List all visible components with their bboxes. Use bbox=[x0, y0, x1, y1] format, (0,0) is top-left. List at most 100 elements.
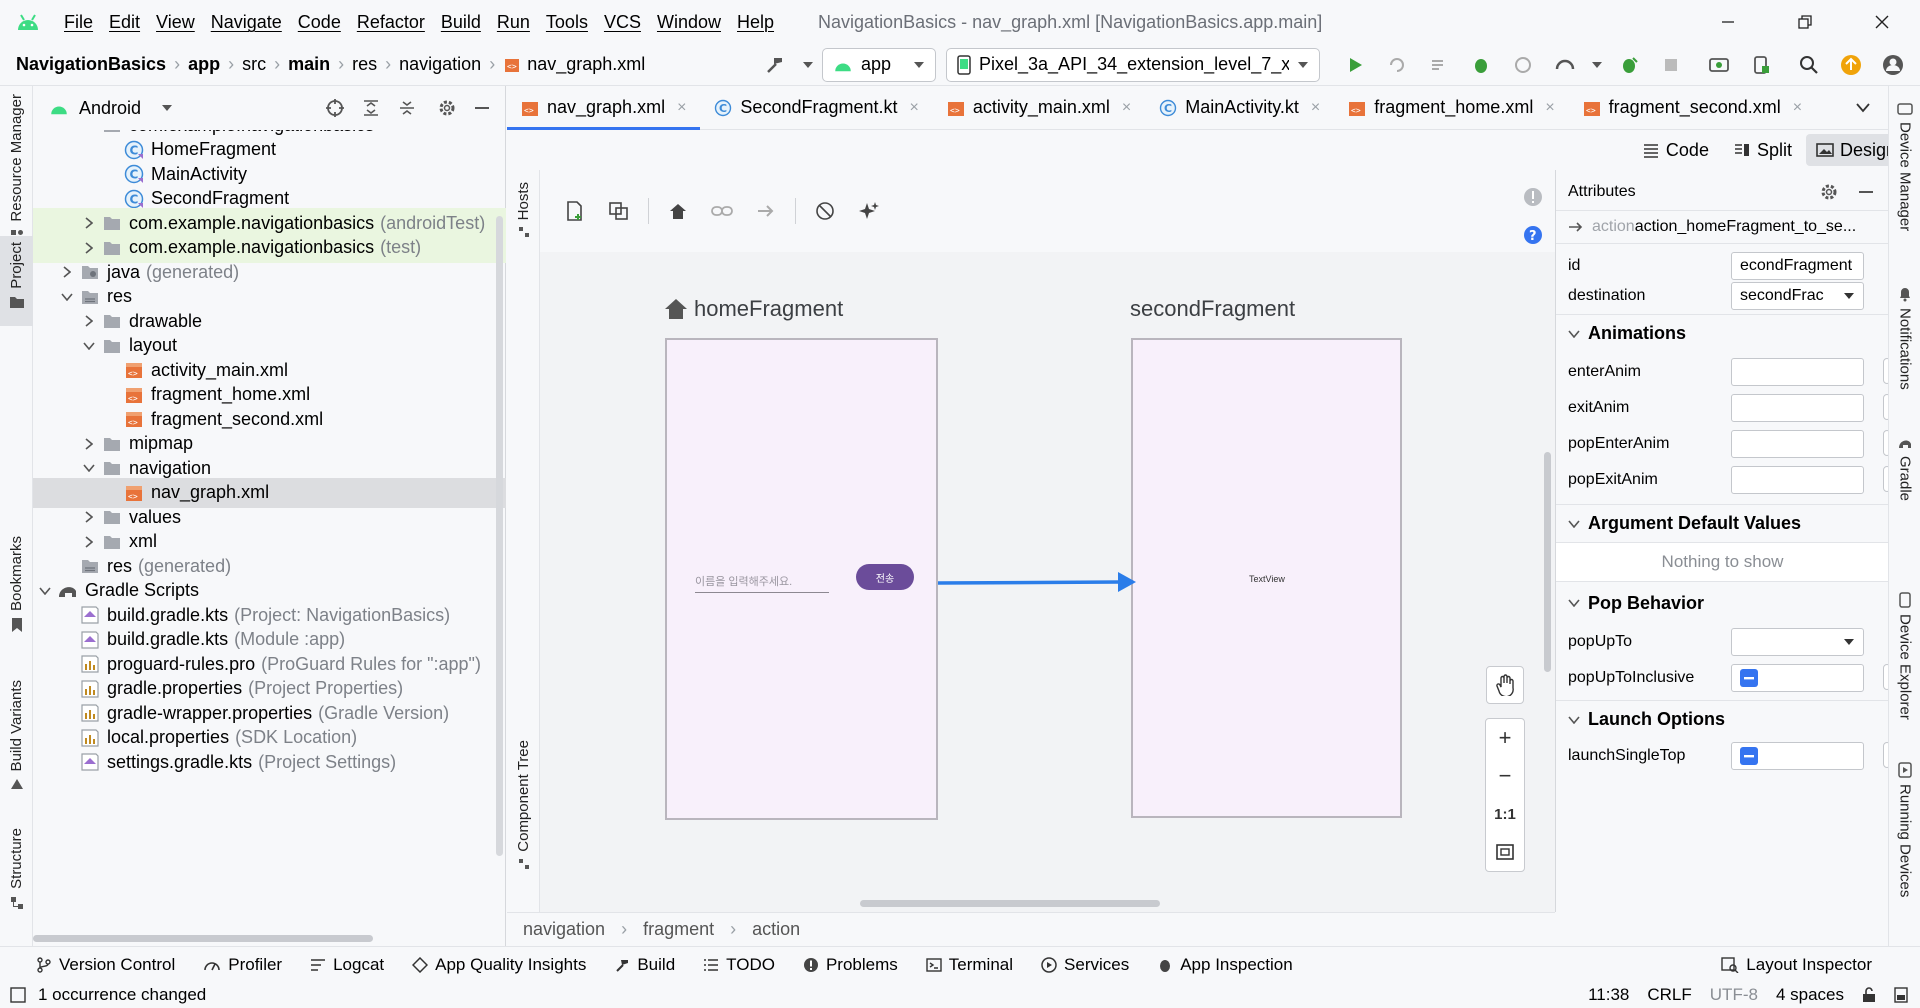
pop-up-to-dropdown[interactable] bbox=[1731, 628, 1864, 656]
menu-help[interactable]: Help bbox=[729, 0, 782, 44]
horizontal-scrollbar[interactable] bbox=[33, 935, 373, 942]
menu-edit[interactable]: Edit bbox=[101, 0, 148, 44]
chevron-down-icon[interactable] bbox=[1588, 46, 1606, 84]
version-control-tab[interactable]: Version Control bbox=[0, 947, 189, 983]
indeterminate-checkbox-icon[interactable] bbox=[1740, 747, 1758, 765]
restore-button[interactable] bbox=[1766, 0, 1843, 44]
profiler-tab[interactable]: Profiler bbox=[189, 947, 296, 983]
close-tab-icon[interactable]: × bbox=[1545, 99, 1554, 117]
editor-tab[interactable]: C MainActivity.kt × bbox=[1145, 86, 1334, 130]
close-window-button[interactable] bbox=[1843, 0, 1920, 44]
logcat-tab[interactable]: Logcat bbox=[296, 947, 398, 983]
device-manager-tab[interactable]: Device Manager bbox=[1889, 102, 1920, 231]
notifications-tab[interactable]: Notifications bbox=[1889, 286, 1920, 390]
id-input[interactable]: econdFragment bbox=[1731, 252, 1864, 280]
terminal-tab[interactable]: Terminal bbox=[912, 947, 1027, 983]
gear-icon[interactable] bbox=[437, 98, 457, 118]
menu-code[interactable]: Code bbox=[290, 0, 349, 44]
nested-graph-icon[interactable] bbox=[600, 192, 638, 230]
actual-size-button[interactable]: 1:1 bbox=[1486, 795, 1524, 833]
menu-vcs[interactable]: VCS bbox=[596, 0, 649, 44]
search-icon[interactable] bbox=[1790, 46, 1828, 84]
second-fragment-destination[interactable]: TextView bbox=[1131, 338, 1402, 818]
gradle-tab[interactable]: Gradle bbox=[1889, 436, 1920, 501]
stop-icon[interactable] bbox=[1652, 46, 1690, 84]
running-devices-tab[interactable]: Running Devices bbox=[1889, 762, 1920, 897]
memory-indicator-icon[interactable] bbox=[1894, 987, 1908, 1003]
tree-item[interactable]: settings.gradle.kts (Project Settings) bbox=[33, 747, 506, 777]
read-only-lock-icon[interactable] bbox=[1862, 987, 1876, 1003]
device-dropdown[interactable]: Pixel_3a_API_34_extension_level_7_x8... bbox=[946, 47, 1320, 82]
debug-icon[interactable] bbox=[1462, 46, 1500, 84]
zoom-to-fit-icon[interactable] bbox=[1486, 833, 1524, 871]
run-icon[interactable] bbox=[1336, 46, 1374, 84]
chevron-down-icon[interactable] bbox=[37, 586, 53, 595]
resource-manager-tab[interactable]: Resource Manager bbox=[0, 94, 33, 244]
hammer-make-icon[interactable] bbox=[756, 46, 794, 84]
apply-code-changes-icon[interactable] bbox=[1420, 46, 1458, 84]
chevron-down-icon[interactable] bbox=[59, 292, 75, 301]
caret-position[interactable]: 11:38 bbox=[1588, 985, 1629, 1005]
chevron-right-icon[interactable] bbox=[59, 266, 75, 278]
editor-tab[interactable]: <> nav_graph.xml × bbox=[507, 86, 701, 130]
crumb-action[interactable]: action bbox=[752, 919, 800, 940]
zoom-out-icon[interactable]: − bbox=[1486, 757, 1524, 795]
menu-refactor[interactable]: Refactor bbox=[349, 0, 433, 44]
new-destination-icon[interactable] bbox=[556, 192, 594, 230]
help-icon[interactable]: ? bbox=[1523, 225, 1543, 245]
chevron-right-icon[interactable] bbox=[81, 437, 97, 450]
minimize-button[interactable] bbox=[1689, 0, 1766, 44]
breadcrumb-res[interactable]: res bbox=[344, 54, 385, 75]
close-tab-icon[interactable]: × bbox=[1793, 99, 1802, 117]
pop-enter-anim-input[interactable] bbox=[1731, 430, 1864, 458]
editor-tab[interactable]: <> activity_main.xml × bbox=[933, 86, 1145, 130]
problems-tab[interactable]: Problems bbox=[789, 947, 912, 983]
close-tab-icon[interactable]: × bbox=[1122, 99, 1131, 117]
launch-options-section[interactable]: Launch Options bbox=[1556, 700, 1889, 738]
menu-navigate[interactable]: Navigate bbox=[203, 0, 290, 44]
menu-run[interactable]: Run bbox=[489, 0, 538, 44]
canvas-vertical-scrollbar[interactable] bbox=[1544, 452, 1551, 672]
expand-all-icon[interactable] bbox=[361, 98, 381, 118]
enter-anim-input[interactable] bbox=[1731, 358, 1864, 386]
chevron-right-icon[interactable] bbox=[81, 217, 97, 229]
app-inspection-tab[interactable]: App Inspection bbox=[1143, 947, 1306, 983]
pan-hand-icon[interactable] bbox=[1486, 666, 1524, 704]
line-separator[interactable]: CRLF bbox=[1647, 985, 1691, 1005]
close-tab-icon[interactable]: × bbox=[677, 99, 686, 117]
breadcrumb-file[interactable]: <> nav_graph.xml bbox=[495, 54, 653, 75]
menu-tools[interactable]: Tools bbox=[538, 0, 596, 44]
navigation-graph-canvas[interactable]: homeFragment 이름을 입력해주세요. 전송 secondFragme… bbox=[540, 252, 1555, 912]
chevron-right-icon[interactable] bbox=[81, 535, 97, 548]
menu-build[interactable]: Build bbox=[433, 0, 489, 44]
services-tab[interactable]: Services bbox=[1027, 947, 1143, 983]
device-explorer-tab[interactable]: Device Explorer bbox=[1889, 592, 1920, 720]
add-action-icon[interactable] bbox=[747, 192, 785, 230]
attach-debugger-icon[interactable] bbox=[1546, 46, 1584, 84]
breadcrumb-main[interactable]: main bbox=[280, 54, 338, 75]
chevron-right-icon[interactable] bbox=[81, 511, 97, 523]
home-icon[interactable] bbox=[659, 192, 697, 230]
breadcrumb-src[interactable]: src bbox=[234, 54, 274, 75]
todo-tab[interactable]: TODO bbox=[689, 947, 789, 983]
editor-tab[interactable]: <> fragment_home.xml × bbox=[1334, 86, 1568, 130]
animations-section[interactable]: Animations bbox=[1556, 314, 1889, 352]
project-view-selector[interactable]: Android bbox=[79, 98, 141, 119]
collapse-all-icon[interactable] bbox=[397, 98, 417, 118]
component-tree-tab[interactable]: Component Tree bbox=[507, 740, 540, 870]
menu-window[interactable]: Window bbox=[649, 0, 729, 44]
layout-inspector-tab[interactable]: Layout Inspector bbox=[1707, 947, 1920, 983]
editor-tab[interactable]: <> fragment_second.xml × bbox=[1569, 86, 1816, 130]
chevron-down-icon[interactable] bbox=[161, 104, 173, 112]
destination-dropdown[interactable]: secondFrac bbox=[1731, 282, 1864, 310]
chevron-right-icon[interactable] bbox=[81, 315, 97, 327]
launch-single-top-field[interactable] bbox=[1731, 742, 1864, 770]
editor-tab[interactable]: C SecondFragment.kt × bbox=[700, 86, 932, 130]
breadcrumb-navigation[interactable]: navigation bbox=[391, 54, 489, 75]
indent-setting[interactable]: 4 spaces bbox=[1776, 985, 1844, 1005]
locate-file-icon[interactable] bbox=[325, 98, 345, 118]
file-encoding[interactable]: UTF-8 bbox=[1710, 985, 1758, 1005]
chevron-right-icon[interactable] bbox=[81, 241, 97, 254]
close-tab-icon[interactable]: × bbox=[1311, 99, 1320, 117]
hosts-tab[interactable]: Hosts bbox=[507, 182, 540, 238]
